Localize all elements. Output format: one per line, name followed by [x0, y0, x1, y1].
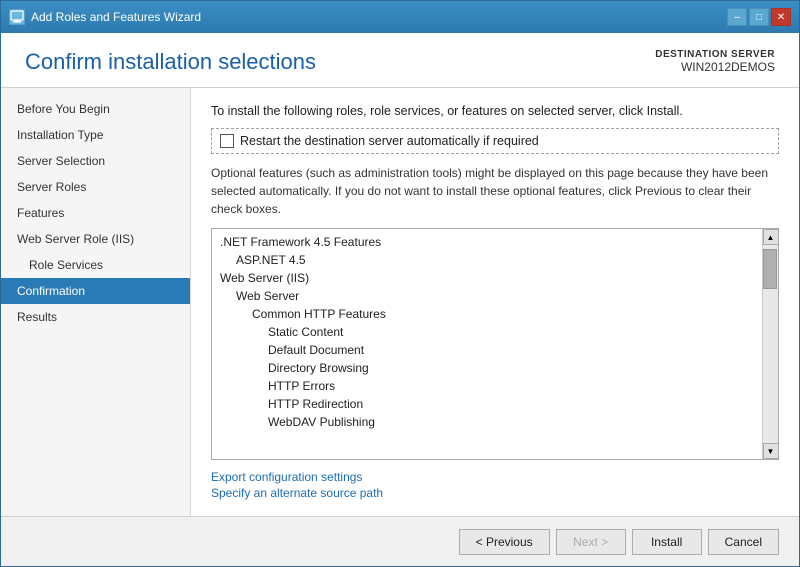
cancel-button[interactable]: Cancel [708, 529, 779, 555]
scroll-thumb[interactable] [763, 249, 777, 289]
restart-checkbox-row[interactable]: Restart the destination server automatic… [211, 128, 779, 154]
feature-item: Static Content [212, 323, 762, 341]
feature-item: HTTP Errors [212, 377, 762, 395]
scroll-down-arrow[interactable]: ▼ [763, 443, 779, 459]
install-button[interactable]: Install [632, 529, 702, 555]
main-content: To install the following roles, role ser… [191, 88, 799, 516]
window-title: Add Roles and Features Wizard [31, 10, 201, 24]
title-bar-left: Add Roles and Features Wizard [9, 9, 201, 25]
dest-server-name: WIN2012DEMOS [655, 60, 775, 74]
sidebar-item-role-services[interactable]: Role Services [1, 252, 190, 278]
scrollbar[interactable]: ▲ ▼ [762, 229, 778, 459]
restart-checkbox-label: Restart the destination server automatic… [240, 134, 539, 148]
feature-item: Directory Browsing [212, 359, 762, 377]
page-title: Confirm installation selections [25, 49, 316, 75]
feature-item: WebDAV Publishing [212, 413, 762, 431]
feature-item: Web Server [212, 287, 762, 305]
feature-item: Web Server (IIS) [212, 269, 762, 287]
links-section: Export configuration settings Specify an … [211, 470, 779, 500]
features-list: .NET Framework 4.5 FeaturesASP.NET 4.5We… [212, 229, 762, 459]
content-area: Confirm installation selections DESTINAT… [1, 33, 799, 516]
feature-item: ASP.NET 4.5 [212, 251, 762, 269]
minimize-button[interactable]: – [727, 8, 747, 26]
app-icon [9, 9, 25, 25]
maximize-button[interactable]: □ [749, 8, 769, 26]
header-band: Confirm installation selections DESTINAT… [1, 33, 799, 88]
footer: < Previous Next > Install Cancel [1, 516, 799, 566]
sidebar-item-confirmation[interactable]: Confirmation [1, 278, 190, 304]
dest-server-info: DESTINATION SERVER WIN2012DEMOS [655, 49, 775, 74]
instruction-text: To install the following roles, role ser… [211, 104, 779, 118]
sidebar-item-before-you-begin[interactable]: Before You Begin [1, 96, 190, 122]
features-list-container: .NET Framework 4.5 FeaturesASP.NET 4.5We… [211, 228, 779, 460]
scroll-track [763, 245, 778, 443]
restart-checkbox[interactable] [220, 134, 234, 148]
optional-text: Optional features (such as administratio… [211, 164, 779, 218]
feature-item: .NET Framework 4.5 Features [212, 233, 762, 251]
link-export-config[interactable]: Export configuration settings [211, 470, 779, 484]
link-alt-source[interactable]: Specify an alternate source path [211, 486, 779, 500]
window-controls: – □ ✕ [727, 8, 791, 26]
sidebar-item-installation-type[interactable]: Installation Type [1, 122, 190, 148]
next-button[interactable]: Next > [556, 529, 626, 555]
feature-item: HTTP Redirection [212, 395, 762, 413]
sidebar-item-features[interactable]: Features [1, 200, 190, 226]
sidebar-item-web-server-role[interactable]: Web Server Role (IIS) [1, 226, 190, 252]
wizard-window: Add Roles and Features Wizard – □ ✕ Conf… [0, 0, 800, 567]
sidebar-item-results[interactable]: Results [1, 304, 190, 330]
feature-item: Default Document [212, 341, 762, 359]
feature-item: Common HTTP Features [212, 305, 762, 323]
sidebar: Before You BeginInstallation TypeServer … [1, 88, 191, 516]
close-button[interactable]: ✕ [771, 8, 791, 26]
sidebar-item-server-selection[interactable]: Server Selection [1, 148, 190, 174]
main-body: Before You BeginInstallation TypeServer … [1, 88, 799, 516]
previous-button[interactable]: < Previous [459, 529, 550, 555]
title-bar: Add Roles and Features Wizard – □ ✕ [1, 1, 799, 33]
sidebar-item-server-roles[interactable]: Server Roles [1, 174, 190, 200]
dest-server-label: DESTINATION SERVER [655, 49, 775, 60]
scroll-up-arrow[interactable]: ▲ [763, 229, 779, 245]
